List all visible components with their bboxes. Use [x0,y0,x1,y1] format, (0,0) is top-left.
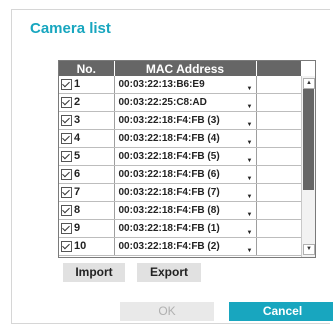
table-row[interactable]: 2 00:03:22:25:C8:AD ▼ [59,93,302,112]
cell-blank [256,93,302,112]
camera-table: No. MAC Address 1 00:03:22:13:B6:E9 ▼ 2 00:0… [58,60,316,258]
cell-no: 3 [59,111,115,130]
scroll-thumb[interactable] [303,89,314,190]
vertical-scrollbar[interactable]: ▲ ▼ [301,76,315,257]
cell-no: 9 [59,219,115,238]
camera-number: 7 [74,186,81,199]
caret-down-icon[interactable]: ▼ [247,122,253,128]
checkbox-checked-icon[interactable] [61,169,72,181]
table-row[interactable]: 3 00:03:22:18:F4:FB (3) ▼ [59,111,302,130]
mac-dropdown[interactable]: 00:03:22:18:F4:FB (6) ▼ [114,165,257,184]
mac-address-value: 00:03:22:18:F4:FB (4) [118,133,220,144]
mac-address-value: 00:03:22:18:F4:FB (8) [118,205,220,216]
mac-address-value: 00:03:22:13:B6:E9 [118,79,205,90]
arrow-up-icon[interactable]: ▲ [303,78,315,89]
caret-down-icon[interactable]: ▼ [247,176,253,182]
cell-no: 4 [59,129,115,148]
caret-down-icon[interactable]: ▼ [247,158,253,164]
camera-number: 9 [74,222,81,235]
caret-down-icon[interactable]: ▼ [247,86,253,92]
cell-blank [256,147,302,166]
table-header-row: No. MAC Address [59,61,301,76]
mac-address-value: 00:03:22:18:F4:FB (3) [118,115,220,126]
camera-number: 2 [74,96,81,109]
cell-blank [256,111,302,130]
caret-down-icon[interactable]: ▼ [247,248,253,254]
arrow-down-icon[interactable]: ▼ [303,244,315,255]
mac-address-value: 00:03:22:18:F4:FB (7) [118,187,220,198]
cell-blank [256,183,302,202]
column-header-blank [256,61,301,76]
camera-number: 8 [74,204,81,217]
mac-dropdown[interactable]: 00:03:22:18:F4:FB (8) ▼ [114,201,257,220]
mac-dropdown[interactable]: 00:03:22:18:F4:FB (3) ▼ [114,111,257,130]
import-button[interactable]: Import [63,263,125,282]
cell-no: 10 [59,237,115,256]
mac-address-value: 00:03:22:25:C8:AD [118,97,207,108]
mac-address-value: 00:03:22:18:F4:FB (1) [118,223,220,234]
table-row[interactable]: 4 00:03:22:18:F4:FB (4) ▼ [59,129,302,148]
ok-button[interactable]: OK [120,302,214,321]
dialog-title: Camera list [30,20,111,37]
checkbox-checked-icon[interactable] [61,97,72,109]
checkbox-checked-icon[interactable] [61,223,72,235]
cell-blank [256,219,302,238]
mac-dropdown[interactable]: 00:03:22:18:F4:FB (7) ▼ [114,183,257,202]
cell-blank [256,129,302,148]
cell-blank [256,76,302,94]
mac-address-value: 00:03:22:18:F4:FB (6) [118,169,220,180]
mac-address-value: 00:03:22:18:F4:FB (5) [118,151,220,162]
table-row[interactable]: 1 00:03:22:13:B6:E9 ▼ [59,76,302,94]
cell-blank [256,165,302,184]
camera-number: 5 [74,150,81,163]
table-row[interactable]: 8 00:03:22:18:F4:FB (8) ▼ [59,201,302,220]
table-row[interactable]: 10 00:03:22:18:F4:FB (2) ▼ [59,237,302,256]
camera-number: 10 [74,240,87,253]
camera-list-dialog: Camera list No. MAC Address 1 00:03:22:13… [11,9,333,324]
table-row[interactable]: 7 00:03:22:18:F4:FB (7) ▼ [59,183,302,202]
table-row[interactable]: 6 00:03:22:18:F4:FB (6) ▼ [59,165,302,184]
mac-dropdown[interactable]: 00:03:22:18:F4:FB (1) ▼ [114,219,257,238]
cancel-button[interactable]: Cancel [229,302,333,321]
camera-number: 6 [74,168,81,181]
camera-number: 4 [74,132,81,145]
checkbox-checked-icon[interactable] [61,79,72,91]
table-body: 1 00:03:22:13:B6:E9 ▼ 2 00:03:22:25:C8:AD ▼ 3 0… [59,76,302,256]
camera-number: 3 [74,114,81,127]
caret-down-icon[interactable]: ▼ [247,194,253,200]
cell-no: 1 [59,76,115,94]
mac-dropdown[interactable]: 00:03:22:13:B6:E9 ▼ [114,76,257,94]
checkbox-checked-icon[interactable] [61,133,72,145]
checkbox-checked-icon[interactable] [61,205,72,217]
camera-number: 1 [74,78,81,91]
export-button[interactable]: Export [137,263,201,282]
checkbox-checked-icon[interactable] [61,151,72,163]
cell-no: 5 [59,147,115,166]
mac-dropdown[interactable]: 00:03:22:18:F4:FB (4) ▼ [114,129,257,148]
caret-down-icon[interactable]: ▼ [247,230,253,236]
camera-grid: No. MAC Address 1 00:03:22:13:B6:E9 ▼ 2 00:0… [59,61,302,256]
mac-address-value: 00:03:22:18:F4:FB (2) [118,241,220,252]
mac-dropdown[interactable]: 00:03:22:25:C8:AD ▼ [114,93,257,112]
checkbox-checked-icon[interactable] [61,187,72,199]
cell-no: 6 [59,165,115,184]
mac-dropdown[interactable]: 00:03:22:18:F4:FB (2) ▼ [114,237,257,256]
cell-blank [256,201,302,220]
cell-blank [256,237,302,256]
column-header-no: No. [59,61,115,76]
table-row[interactable]: 5 00:03:22:18:F4:FB (5) ▼ [59,147,302,166]
caret-down-icon[interactable]: ▼ [247,140,253,146]
table-row[interactable]: 9 00:03:22:18:F4:FB (1) ▼ [59,219,302,238]
caret-down-icon[interactable]: ▼ [247,212,253,218]
column-header-mac: MAC Address [114,61,257,76]
checkbox-checked-icon[interactable] [61,115,72,127]
cell-no: 8 [59,201,115,220]
mac-dropdown[interactable]: 00:03:22:18:F4:FB (5) ▼ [114,147,257,166]
caret-down-icon[interactable]: ▼ [247,104,253,110]
checkbox-checked-icon[interactable] [61,241,72,253]
cell-no: 7 [59,183,115,202]
cell-no: 2 [59,93,115,112]
